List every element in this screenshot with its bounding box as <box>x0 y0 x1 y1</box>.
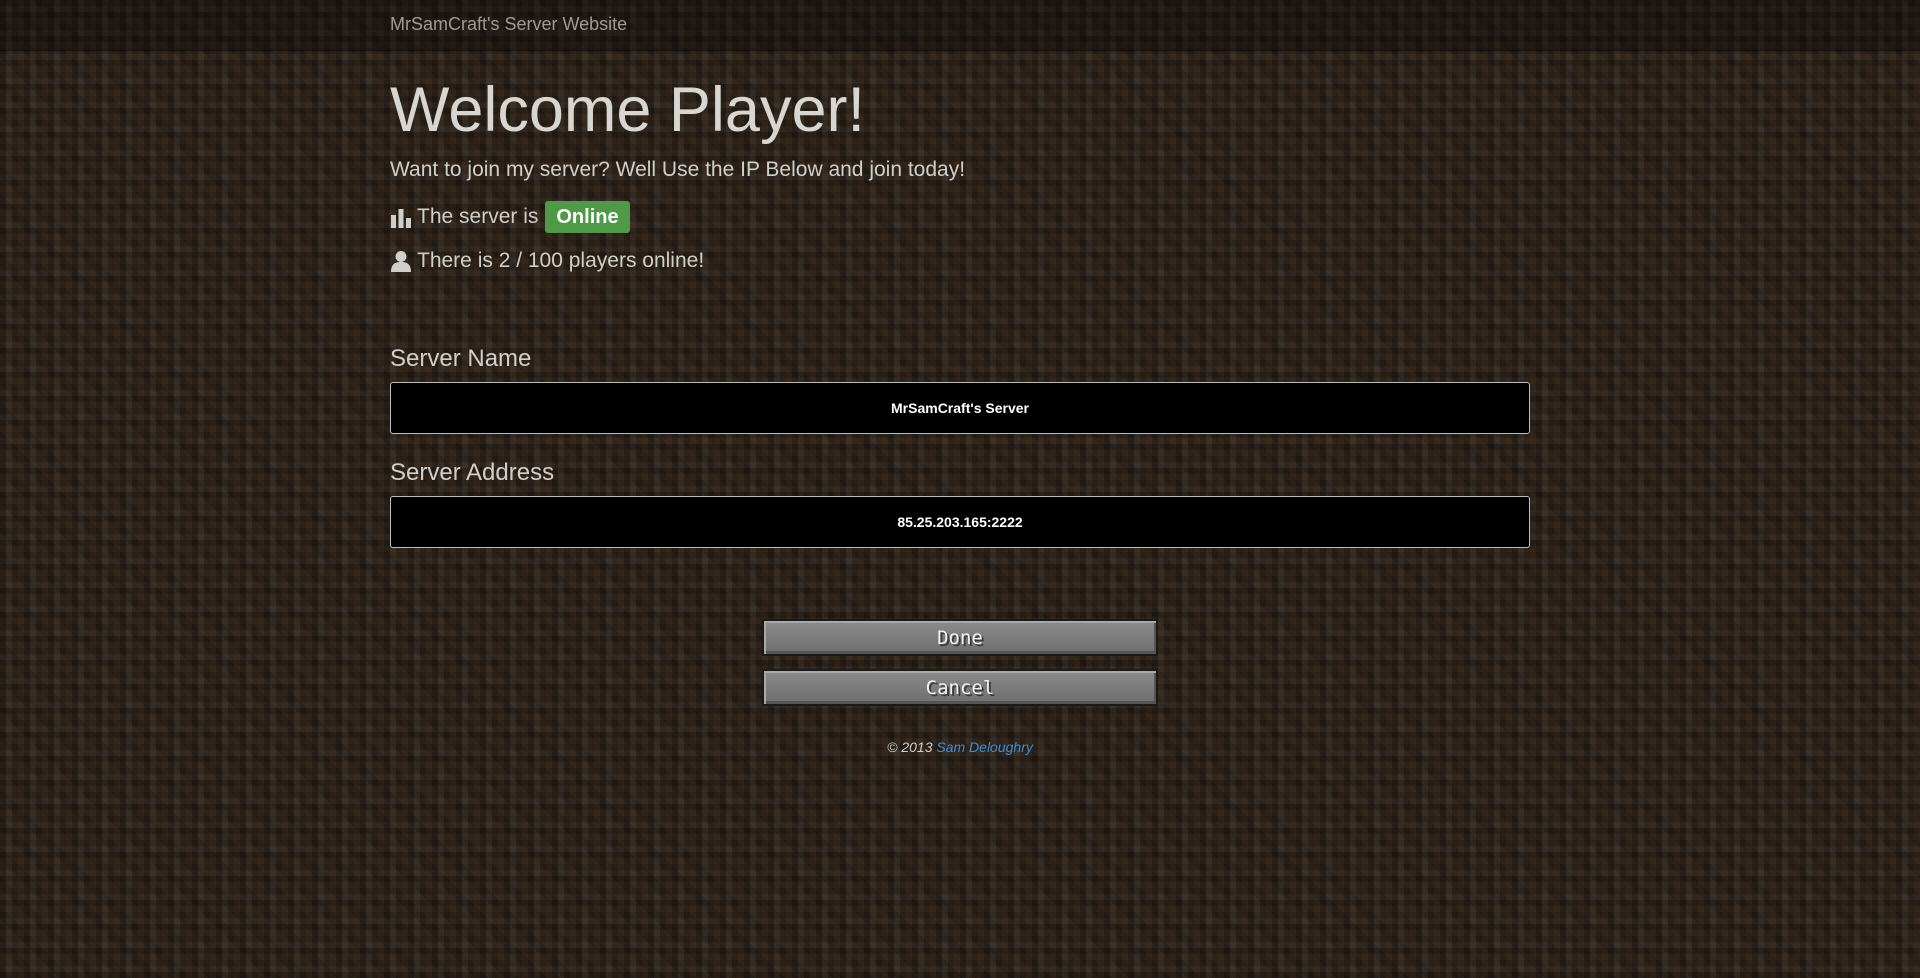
player-count-text: There is 2 / 100 players online! <box>417 249 705 272</box>
bar-chart-icon <box>390 206 412 228</box>
action-buttons: Done Cancel <box>762 619 1158 719</box>
player-count: There is 2 / 100 players online! <box>390 246 1530 276</box>
author-link[interactable]: Sam Deloughry <box>936 739 1033 755</box>
page-lead: Want to join my server? Well Use the IP … <box>390 158 966 181</box>
navbar-brand[interactable]: MrSamCraft's Server Website <box>390 14 627 35</box>
server-address-input[interactable] <box>390 496 1530 548</box>
server-status-label: The server is <box>417 205 539 228</box>
page-title: Welcome Player! <box>390 75 865 145</box>
server-form: Server Name Server Address <box>390 344 1530 572</box>
server-status: The server is Online <box>390 200 1530 234</box>
status-badge: Online <box>545 201 630 233</box>
user-icon <box>390 250 412 272</box>
done-button[interactable]: Done <box>762 619 1158 656</box>
footer: © 2013 Sam Deloughry <box>0 739 1920 755</box>
server-address-label: Server Address <box>390 459 555 486</box>
footer-copyright: © 2013 <box>887 739 933 755</box>
cancel-button[interactable]: Cancel <box>762 669 1158 706</box>
top-navbar: MrSamCraft's Server Website <box>0 0 1920 51</box>
main-container: Welcome Player! Want to join my server? … <box>390 70 1530 572</box>
server-name-label: Server Name <box>390 345 532 372</box>
server-name-input[interactable] <box>390 382 1530 434</box>
